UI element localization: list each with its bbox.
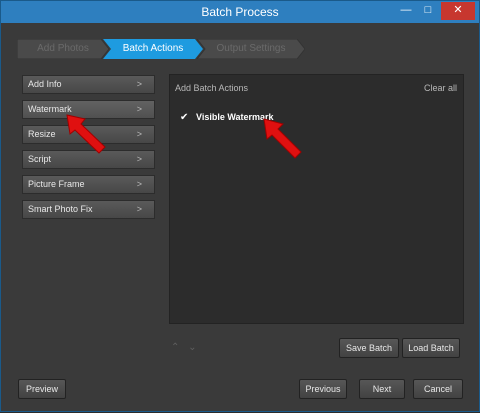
step-output-settings-label: Output Settings [216, 43, 286, 54]
step-output-settings[interactable]: Output Settings [197, 39, 305, 59]
batch-action-list: Add Info > Watermark > Resize > Script >… [17, 71, 155, 369]
sidebar-item-label: Smart Photo Fix [28, 204, 93, 214]
load-batch-button[interactable]: Load Batch [402, 338, 460, 358]
sidebar-item-add-info[interactable]: Add Info > [22, 75, 155, 94]
reorder-controls: ⌃ ⌄ [171, 342, 203, 353]
step-batch-actions-label: Batch Actions [122, 43, 184, 54]
chevron-right-icon: > [136, 154, 142, 164]
chevron-right-icon: > [136, 104, 142, 114]
sidebar-item-watermark[interactable]: Watermark > [22, 100, 155, 119]
chevron-right-icon: > [136, 79, 142, 89]
sidebar-item-label: Script [28, 154, 52, 164]
previous-button[interactable]: Previous [299, 379, 347, 399]
title-bar: Batch Process — □ ✕ [1, 1, 479, 23]
preview-button[interactable]: Preview [18, 379, 66, 399]
action-item-label: Visible Watermark [196, 112, 274, 122]
next-button[interactable]: Next [359, 379, 405, 399]
sidebar-item-label: Add Info [28, 79, 62, 89]
batch-actions-panel: Add Batch Actions Clear all ✔ Visible Wa… [169, 74, 464, 324]
save-batch-button[interactable]: Save Batch [339, 338, 399, 358]
maximize-button[interactable]: □ [417, 2, 439, 20]
sidebar-item-label: Resize [28, 129, 56, 139]
wizard-steps: Add Photos Output Settings Batch Actions [17, 39, 457, 61]
clear-all-link[interactable]: Clear all [424, 83, 457, 93]
batch-process-window: Batch Process — □ ✕ Add Photos Output Se… [0, 0, 480, 412]
chevron-right-icon: > [136, 129, 142, 139]
chevron-right-icon: > [136, 204, 142, 214]
step-add-photos-label: Add Photos [37, 43, 89, 54]
sidebar-item-script[interactable]: Script > [22, 150, 155, 169]
minimize-button[interactable]: — [395, 2, 417, 20]
cancel-button[interactable]: Cancel [413, 379, 463, 399]
step-add-photos[interactable]: Add Photos [17, 39, 109, 59]
close-button[interactable]: ✕ [441, 2, 475, 20]
sidebar-item-label: Picture Frame [28, 179, 85, 189]
step-batch-actions[interactable]: Batch Actions [103, 39, 203, 59]
sidebar-item-label: Watermark [28, 104, 72, 114]
sidebar-item-picture-frame[interactable]: Picture Frame > [22, 175, 155, 194]
panel-heading: Add Batch Actions [175, 83, 249, 93]
move-up-icon[interactable]: ⌃ [171, 342, 179, 353]
checkmark-icon[interactable]: ✔ [180, 113, 190, 123]
chevron-right-icon: > [136, 179, 142, 189]
sidebar-item-smart-photo-fix[interactable]: Smart Photo Fix > [22, 200, 155, 219]
move-down-icon[interactable]: ⌄ [188, 342, 196, 353]
sidebar-item-resize[interactable]: Resize > [22, 125, 155, 144]
